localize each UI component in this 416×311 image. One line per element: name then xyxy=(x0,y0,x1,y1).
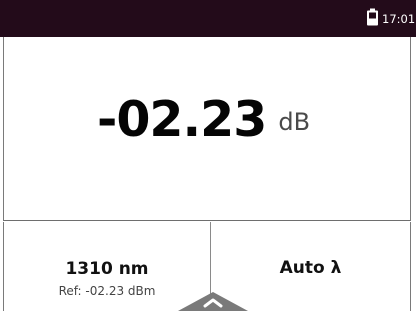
status-bar: 17:01 xyxy=(0,0,416,37)
measurement-value: -02.23 xyxy=(97,91,267,148)
clock: 17:01 xyxy=(382,12,416,26)
chevron-up-icon[interactable] xyxy=(178,290,248,311)
battery-icon xyxy=(367,8,378,26)
auto-wavelength-label: Auto λ xyxy=(279,258,342,278)
power-meter-screen: 17:01 -02.23 dB 1310 nm Ref: -02.23 dBm A… xyxy=(0,0,416,311)
wavelength-label: 1310 nm xyxy=(65,259,149,279)
measurement-reading: -02.23 dB xyxy=(97,88,310,152)
measurement-unit: dB xyxy=(278,108,311,136)
